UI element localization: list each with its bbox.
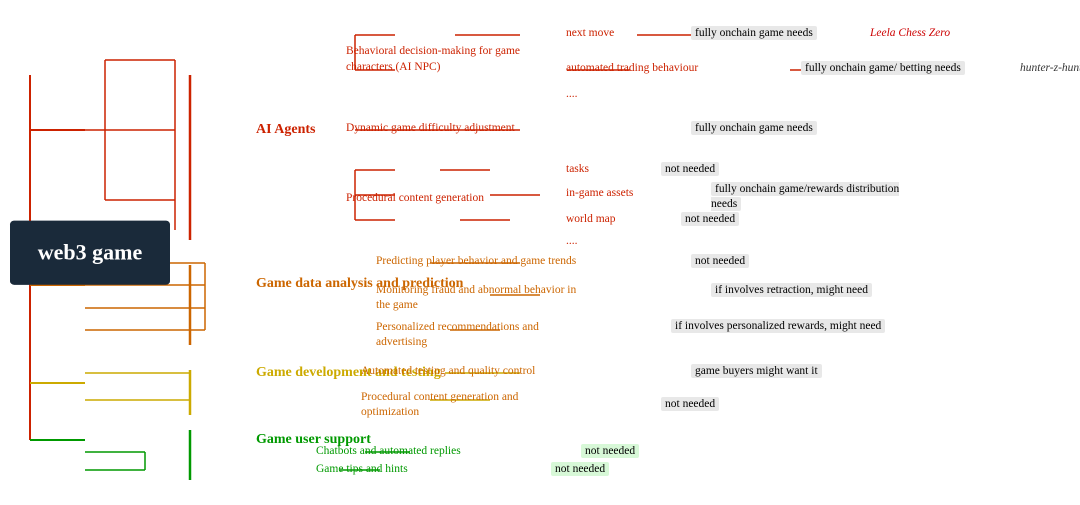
leela-label: Leela Chess Zero [870,27,950,39]
not-needed-chatbots: not needed [581,445,639,457]
game-tips-label: Game tips and hints [316,463,408,475]
mind-map: AI Agents Behavioral decision-making for… [170,0,1070,505]
personalized-label: Personalized recommendations andadvertis… [376,320,539,350]
root-box: web3 game [10,220,170,285]
behavioral-label: Behavioral decision-making for gamechara… [346,44,520,75]
monitoring-label: Monitoring fraud and abnormal behavior i… [376,283,576,313]
ai-agents-label: AI Agents [256,122,316,138]
fully-onchain-rewards: fully onchain game/rewards distributionn… [711,182,899,212]
automated-trading-label: automated trading behaviour [566,62,698,74]
world-map-label: world map [566,213,616,225]
automated-testing-label: Automated testing and quality control [361,365,535,377]
game-buyers: game buyers might want it [691,365,822,377]
dots1: .... [566,88,578,100]
in-game-assets-label: in-game assets [566,187,633,199]
fully-onchain-dynamic: fully onchain game needs [691,122,817,134]
not-needed-tips: not needed [551,463,609,475]
fully-onchain-betting: fully onchain game/ betting needs [801,62,965,74]
procedural-opt-label: Procedural content generation andoptimiz… [361,390,518,420]
fully-onchain-1: fully onchain game needs [691,27,817,39]
not-needed-worldmap: not needed [681,213,739,225]
dynamic-label: Dynamic game difficulty adjustment [346,122,515,134]
not-needed-tasks: not needed [661,163,719,175]
chatbots-label: Chatbots and automated replies [316,445,461,457]
procedural-label: Procedural content generation [346,192,484,204]
not-needed-procopt: not needed [661,398,719,410]
if-personalized: if involves personalized rewards, might … [671,320,885,332]
next-move-label: next move [566,27,614,39]
predicting-label: Predicting player behavior and game tren… [376,255,576,267]
dots2: .... [566,235,578,247]
hunter-label: hunter-z-hunter [1020,62,1080,74]
not-needed-predicting: not needed [691,255,749,267]
if-retraction: if involves retraction, might need [711,283,872,298]
tasks-label: tasks [566,163,589,175]
root-text: web3 game [38,239,142,264]
